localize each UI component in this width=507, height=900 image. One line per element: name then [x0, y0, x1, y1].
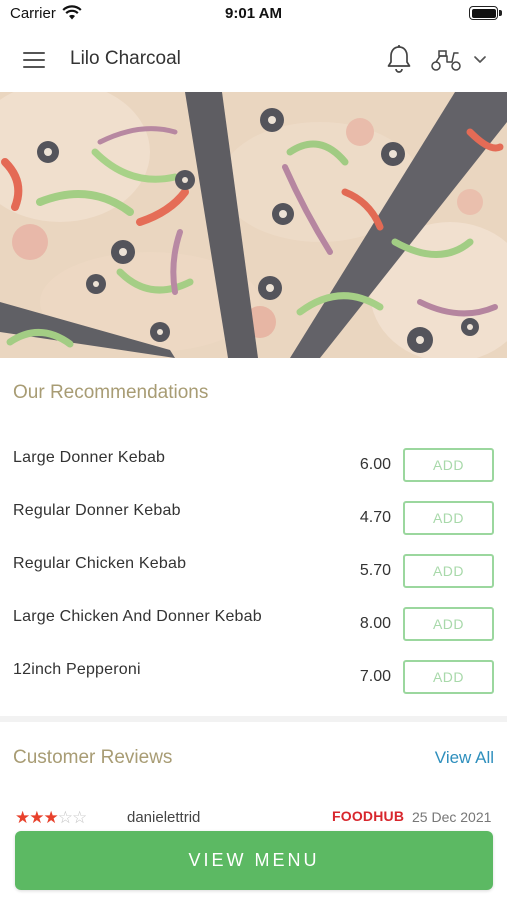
- item-name: Regular Chicken Kebab: [13, 555, 187, 572]
- chevron-down-icon[interactable]: [472, 54, 488, 66]
- review-date: 25 Dec 2021: [412, 809, 492, 824]
- item-price: 6.00: [359, 456, 391, 473]
- add-button[interactable]: ADD: [403, 448, 494, 482]
- view-all-reviews-link[interactable]: View All: [435, 748, 494, 768]
- app-header: Lilo Charcoal: [0, 28, 507, 92]
- star-empty-icon: ☆: [72, 808, 87, 824]
- add-button[interactable]: ADD: [403, 660, 494, 694]
- item-name: 12inch Pepperoni: [13, 661, 141, 678]
- item-name: Regular Donner Kebab: [13, 502, 181, 519]
- item-price: 4.70: [359, 509, 391, 526]
- list-item: Regular Donner Kebab 4.70 ADD: [0, 493, 507, 546]
- review-item: ★★★☆☆ danielettrid FOODHUB 25 Dec 2021: [0, 800, 507, 824]
- foodhub-logo: FOODHUB: [332, 808, 405, 824]
- notification-bell-icon[interactable]: [385, 44, 413, 74]
- recommendations-title: Our Recommendations: [13, 382, 209, 403]
- view-menu-button[interactable]: VIEW MENU: [15, 831, 493, 890]
- star-filled-icon: ★: [43, 808, 59, 824]
- list-item: 12inch Pepperoni 7.00 ADD: [0, 652, 507, 705]
- star-filled-icon: ★: [15, 808, 30, 824]
- add-button[interactable]: ADD: [403, 501, 494, 535]
- item-name: Large Chicken And Donner Kebab: [13, 608, 262, 625]
- section-divider: [0, 716, 507, 722]
- rating-stars: ★★★☆☆: [15, 808, 87, 824]
- add-button[interactable]: ADD: [403, 554, 494, 588]
- add-button[interactable]: ADD: [403, 607, 494, 641]
- list-item: Regular Chicken Kebab 5.70 ADD: [0, 546, 507, 599]
- reviews-title: Customer Reviews: [13, 747, 173, 768]
- menu-icon[interactable]: [20, 49, 50, 71]
- item-price: 7.00: [359, 668, 391, 685]
- star-empty-icon: ☆: [57, 808, 73, 824]
- list-item: Large Donner Kebab 6.00 ADD: [0, 440, 507, 493]
- status-time: 9:01 AM: [225, 5, 282, 22]
- restaurant-title: Lilo Charcoal: [70, 48, 181, 69]
- hero-pizza-image: [0, 92, 507, 358]
- reviewer-name: danielettrid: [127, 809, 201, 824]
- status-bar: Carrier 9:01 AM: [0, 0, 507, 28]
- item-price: 8.00: [359, 615, 391, 632]
- item-price: 5.70: [359, 562, 391, 579]
- list-item: Large Chicken And Donner Kebab 8.00 ADD: [0, 599, 507, 652]
- delivery-scooter-icon[interactable]: [430, 48, 462, 72]
- item-name: Large Donner Kebab: [13, 449, 166, 466]
- star-filled-icon: ★: [29, 808, 44, 824]
- battery-icon: [469, 6, 502, 20]
